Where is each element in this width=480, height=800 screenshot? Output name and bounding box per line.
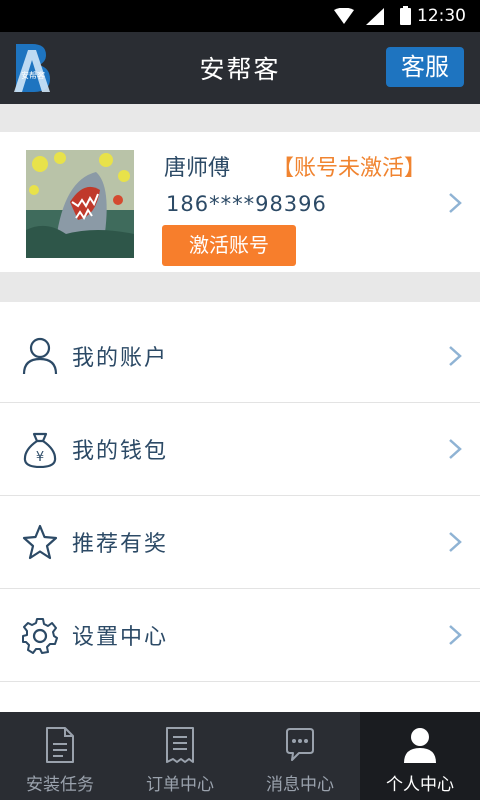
wifi-icon bbox=[334, 8, 354, 24]
clock: 12:30 bbox=[417, 6, 466, 26]
chevron-right-icon bbox=[449, 439, 462, 459]
status-bar: 12:30 bbox=[0, 0, 480, 32]
menu-item-label: 我的钱包 bbox=[72, 439, 169, 464]
menu-item-my-wallet[interactable]: ¥ 我的钱包 bbox=[0, 403, 480, 496]
tab-message-center[interactable]: 消息中心 bbox=[240, 712, 360, 800]
avatar[interactable] bbox=[26, 150, 134, 258]
menu-item-label: 我的账户 bbox=[72, 346, 169, 371]
tab-order-center[interactable]: 订单中心 bbox=[120, 712, 240, 800]
app-bar: 安帮客 安帮客 客服 bbox=[0, 32, 480, 104]
user-name: 唐师傅 bbox=[164, 156, 231, 181]
person-icon bbox=[404, 728, 436, 763]
menu-item-label: 设置中心 bbox=[72, 625, 169, 650]
menu-item-my-account[interactable]: 我的账户 bbox=[0, 310, 480, 403]
customer-service-button[interactable]: 客服 bbox=[386, 47, 464, 87]
tab-install-tasks[interactable]: 安装任务 bbox=[0, 712, 120, 800]
chevron-right-icon bbox=[449, 193, 462, 213]
chevron-right-icon bbox=[449, 346, 462, 366]
menu-item-settings[interactable]: 设置中心 bbox=[0, 589, 480, 682]
battery-icon bbox=[400, 6, 411, 25]
activate-account-button[interactable]: 激活账号 bbox=[162, 225, 296, 266]
section-divider bbox=[0, 272, 480, 302]
section-divider bbox=[0, 104, 480, 132]
avatar-image bbox=[26, 150, 134, 258]
chat-bubble-icon bbox=[286, 728, 314, 761]
tab-label: 订单中心 bbox=[146, 775, 214, 795]
profile-card[interactable]: 唐师傅 【账号未激活】 186****98396 激活账号 bbox=[0, 132, 480, 272]
tab-label: 个人中心 bbox=[386, 775, 454, 795]
tab-label: 消息中心 bbox=[266, 775, 334, 795]
chevron-right-icon bbox=[449, 625, 462, 645]
user-icon bbox=[22, 337, 58, 375]
menu-item-label: 推荐有奖 bbox=[72, 532, 169, 557]
document-icon bbox=[46, 727, 74, 763]
gear-icon bbox=[22, 618, 58, 654]
money-bag-icon: ¥ bbox=[23, 432, 57, 468]
svg-text:¥: ¥ bbox=[36, 450, 44, 465]
chevron-right-icon bbox=[449, 532, 462, 552]
bottom-tab-bar: 安装任务 订单中心 消息中心 个人中心 bbox=[0, 712, 480, 800]
phone-number: 186****98396 bbox=[166, 192, 327, 216]
account-status-label: 【账号未激活】 bbox=[272, 156, 427, 181]
signal-icon bbox=[366, 8, 384, 25]
menu-list: 我的账户 ¥ 我的钱包 推荐有奖 设置中心 bbox=[0, 310, 480, 682]
star-icon bbox=[22, 524, 58, 560]
tab-label: 安装任务 bbox=[26, 775, 94, 795]
receipt-icon bbox=[166, 727, 194, 763]
tab-personal-center[interactable]: 个人中心 bbox=[360, 712, 480, 800]
menu-item-referral[interactable]: 推荐有奖 bbox=[0, 496, 480, 589]
